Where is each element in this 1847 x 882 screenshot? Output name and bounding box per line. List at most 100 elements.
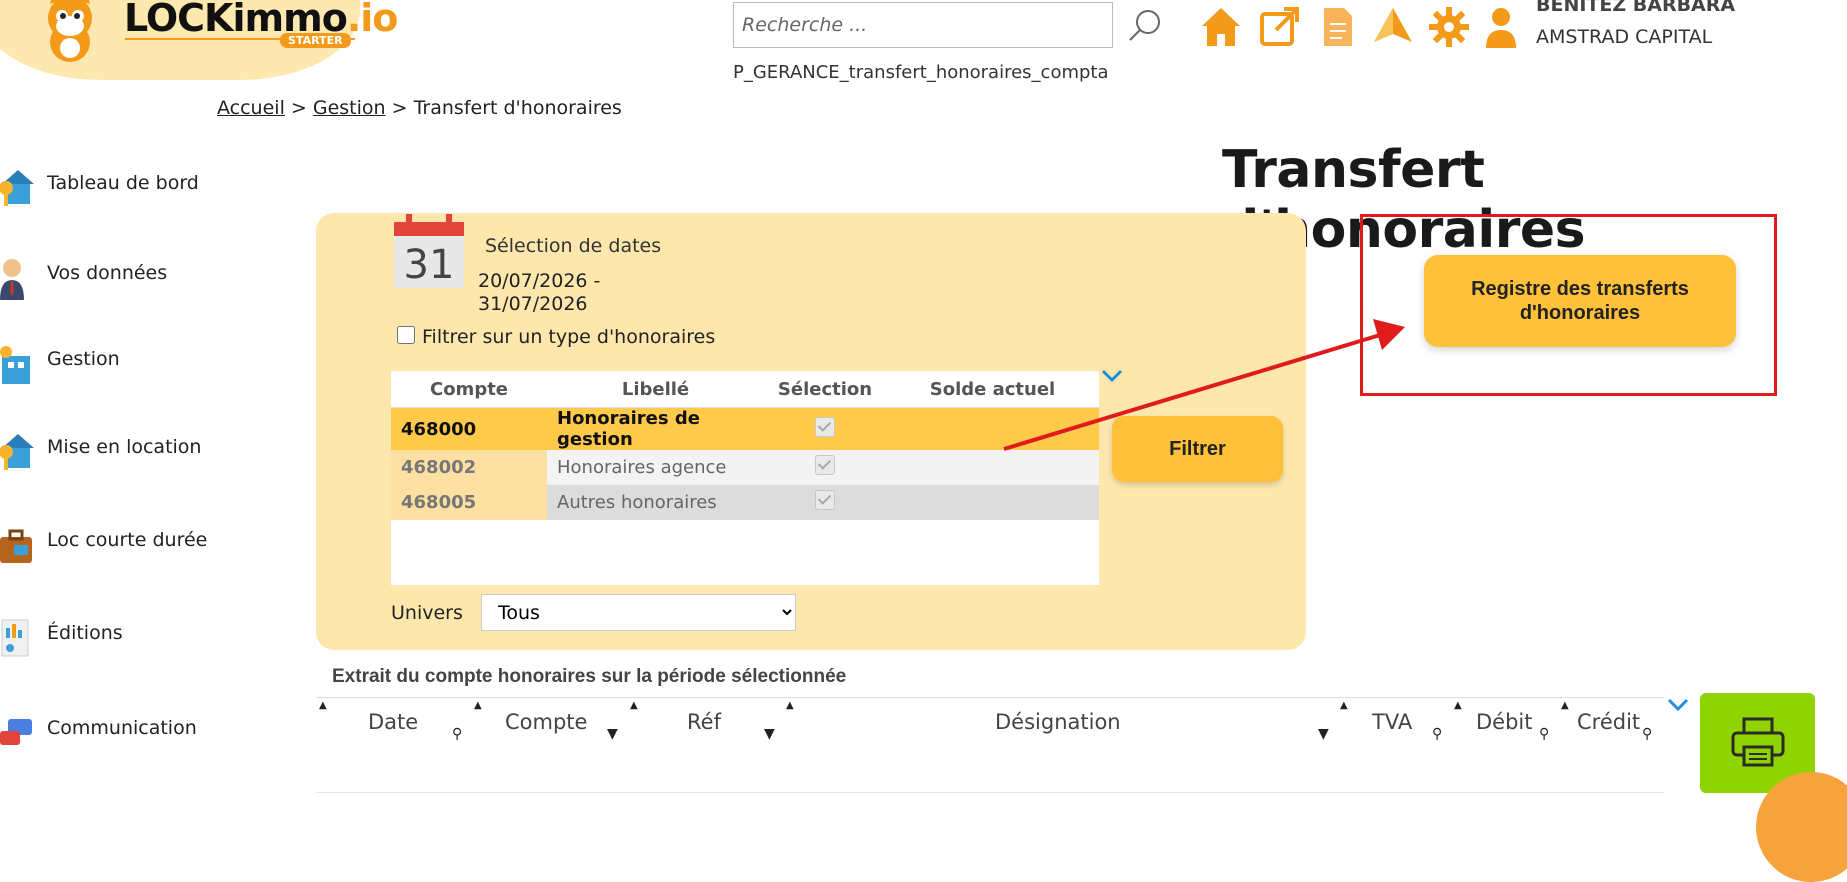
account-number: 468005	[391, 485, 547, 520]
user-name[interactable]: BENITEZ BARBARA	[1536, 0, 1735, 16]
filter-icon[interactable]: ▼	[764, 726, 775, 742]
breadcrumb-separator: >	[391, 97, 408, 119]
sidebar-item-mise-en-location[interactable]: Mise en location	[0, 422, 230, 482]
account-label: Honoraires de gestion	[547, 407, 764, 450]
sidebar-item-gestion[interactable]: Gestion	[0, 334, 230, 394]
breadcrumb-home-link[interactable]: Accueil	[217, 97, 285, 119]
suitcase-icon	[0, 529, 32, 563]
column-header-date[interactable]: Date	[368, 710, 418, 734]
user-icon[interactable]	[1478, 4, 1524, 50]
column-header-libelle[interactable]: Libellé	[547, 371, 764, 408]
search-icon[interactable]: ⚲	[1432, 726, 1442, 742]
sidebar-item-loc-courte-duree[interactable]: Loc courte durée	[0, 515, 230, 575]
breadcrumb-separator: >	[290, 97, 307, 119]
page-code: P_GERANCE_transfert_honoraires_compta	[733, 62, 1109, 83]
column-header-selection[interactable]: Sélection	[764, 371, 886, 408]
sort-icon[interactable]: ▲	[1454, 700, 1462, 711]
table-row[interactable]: 468002 Honoraires agence	[391, 450, 1099, 485]
extract-title: Extrait du compte honoraires sur la péri…	[332, 666, 847, 687]
column-header-compte[interactable]: Compte	[505, 710, 587, 734]
balance-cell	[886, 485, 1099, 520]
univers-label: Univers	[391, 602, 463, 624]
search-icon[interactable]: ⚲	[1539, 726, 1549, 742]
home-icon[interactable]	[1198, 4, 1244, 50]
management-icon	[0, 346, 30, 384]
balance-cell	[886, 450, 1099, 485]
type-filter-label: Filtrer sur un type d'honoraires	[422, 326, 716, 348]
balance-cell	[886, 407, 1099, 450]
selection-checkbox[interactable]	[815, 416, 835, 437]
selection-cell	[764, 485, 886, 520]
sort-icon[interactable]: ▲	[1340, 700, 1348, 711]
account-label: Autres honoraires	[547, 485, 764, 520]
selection-cell	[764, 407, 886, 450]
selection-checkbox[interactable]	[815, 490, 835, 510]
chevron-down-icon[interactable]	[1666, 697, 1690, 713]
extract-table-header: ▲︎ Date ⚲ ▲ Compte ▼ ▲ Réf ▼ ▲ Désignati…	[316, 697, 1664, 748]
account-label: Honoraires agence	[547, 450, 764, 485]
chat-icon	[0, 719, 32, 745]
sort-icon[interactable]: ▲	[630, 700, 638, 711]
breadcrumb-current: Transfert d'honoraires	[413, 97, 622, 119]
sort-icon[interactable]: ▲︎	[319, 700, 327, 711]
account-number: 468002	[391, 450, 547, 485]
sidebar-item-label: Tableau de bord	[47, 172, 199, 194]
document-icon[interactable]	[1314, 4, 1360, 50]
sidebar-item-label: Loc courte durée	[47, 529, 208, 551]
table-row[interactable]: 468000 Honoraires de gestion	[391, 407, 1099, 450]
chevron-down-icon[interactable]	[1100, 368, 1124, 384]
breadcrumb-gestion-link[interactable]: Gestion	[313, 97, 386, 119]
type-filter-checkbox[interactable]	[397, 326, 415, 344]
sidebar-item-editions[interactable]: Éditions	[0, 608, 230, 668]
filter-icon[interactable]: ▼	[607, 726, 618, 742]
column-header-credit[interactable]: Crédit	[1577, 710, 1640, 734]
sort-icon[interactable]: ▲	[474, 700, 482, 711]
sidebar-item-vos-donnees[interactable]: Vos données	[0, 248, 230, 308]
dashboard-icon	[0, 170, 34, 206]
sidebar-item-label: Gestion	[47, 348, 120, 370]
sidebar-item-label: Éditions	[47, 622, 123, 644]
search-icon[interactable]	[1125, 6, 1165, 46]
filter-icon[interactable]: ▼	[1318, 726, 1329, 742]
selection-cell	[764, 450, 886, 485]
gear-icon[interactable]	[1426, 4, 1472, 50]
search-input[interactable]	[733, 2, 1113, 48]
table-row[interactable]: 468005 Autres honoraires	[391, 485, 1099, 520]
sidebar-item-tableau-de-bord[interactable]: Tableau de bord	[0, 158, 230, 218]
search-icon[interactable]: ⚲	[452, 726, 462, 742]
person-icon	[0, 259, 24, 300]
accounts-table: Compte Libellé Sélection Solde actuel 46…	[391, 371, 1099, 585]
registre-transferts-button[interactable]: Registre des transferts d'honoraires	[1424, 255, 1736, 347]
sort-icon[interactable]: ▲	[786, 700, 794, 711]
filter-button[interactable]: Filtrer	[1112, 416, 1283, 482]
sidebar-item-label: Mise en location	[47, 436, 202, 458]
column-header-ref[interactable]: Réf	[687, 710, 721, 734]
house-key-icon	[0, 434, 34, 470]
calendar-icon[interactable]: 31	[392, 212, 466, 290]
column-header-solde[interactable]: Solde actuel	[886, 371, 1099, 408]
selection-checkbox[interactable]	[815, 455, 835, 475]
sort-icon[interactable]: ▲	[1561, 700, 1569, 711]
sidebar-item-label: Vos données	[47, 262, 168, 284]
plan-badge: STARTER	[280, 33, 351, 48]
report-icon	[1, 619, 29, 657]
printer-icon	[1731, 717, 1784, 767]
cat-mascot-icon	[48, 0, 92, 62]
navigation-icon[interactable]	[1370, 4, 1416, 50]
external-link-icon[interactable]	[1256, 4, 1302, 50]
account-number: 468000	[391, 407, 547, 450]
logo-brand[interactable]: LOCKimmo.io	[124, 0, 398, 40]
breadcrumb: Accueil > Gestion > Transfert d'honorair…	[217, 97, 622, 119]
date-range-value[interactable]: 20/07/2026 - 31/07/2026	[478, 270, 600, 316]
column-header-compte[interactable]: Compte	[391, 371, 547, 408]
user-company: AMSTRAD CAPITAL	[1536, 26, 1713, 48]
search-icon[interactable]: ⚲	[1642, 726, 1652, 742]
sidebar-item-communication[interactable]: Communication	[0, 703, 230, 763]
univers-select[interactable]: Tous	[481, 594, 796, 631]
sidebar-item-label: Communication	[47, 717, 197, 739]
date-selection-label: Sélection de dates	[485, 235, 662, 257]
column-header-debit[interactable]: Débit	[1476, 710, 1533, 734]
column-header-designation[interactable]: Désignation	[995, 710, 1121, 734]
svg-text:31: 31	[404, 242, 455, 288]
column-header-tva[interactable]: TVA	[1372, 710, 1412, 734]
